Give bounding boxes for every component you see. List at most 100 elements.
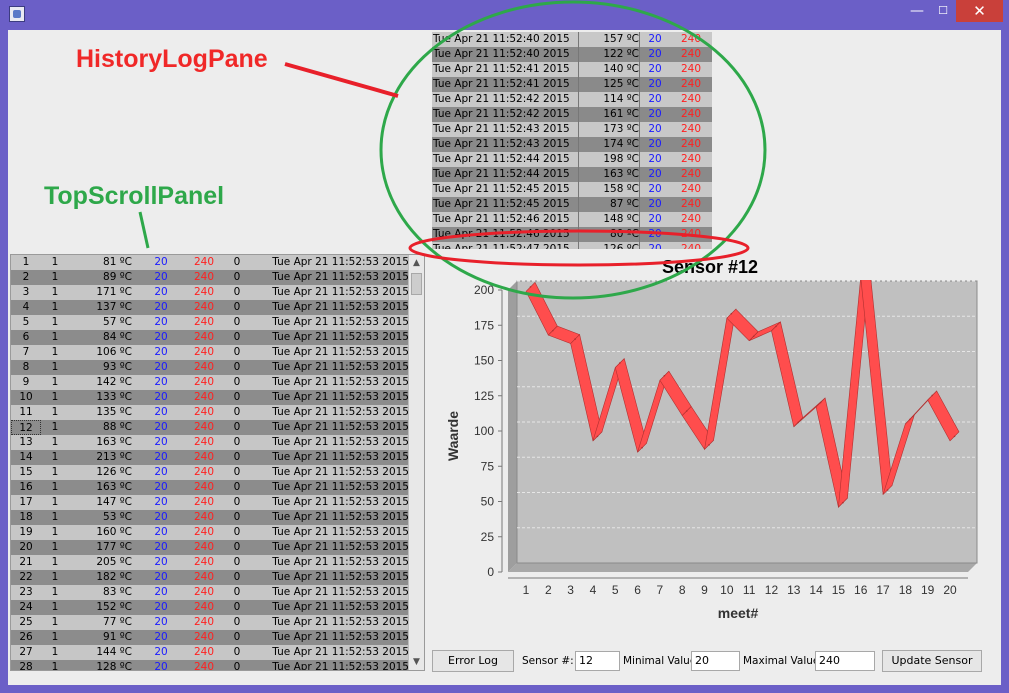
error-cell[interactable]: 0 [222,420,252,435]
min-cell[interactable]: 20 [136,480,186,495]
error-cell[interactable]: 0 [222,390,252,405]
error-cell[interactable]: 0 [222,435,252,450]
row-index-cell[interactable]: 13 [11,435,41,450]
sensor-id-cell[interactable]: 1 [41,360,69,375]
value-cell[interactable]: 147 ºC [69,495,136,510]
date-cell[interactable]: Tue Apr 21 11:52:53 2015 [252,510,409,525]
date-cell[interactable]: Tue Apr 21 11:52:53 2015 [252,405,409,420]
update-sensor-button[interactable]: Update Sensor [882,650,982,672]
sensor-id-cell[interactable]: 1 [41,645,69,660]
error-cell[interactable]: 0 [222,660,252,670]
min-cell[interactable]: 20 [136,375,186,390]
row-index-cell[interactable]: 8 [11,360,41,375]
date-cell[interactable]: Tue Apr 21 11:52:53 2015 [252,435,409,450]
min-cell[interactable]: 20 [136,255,186,270]
table-row[interactable]: 26 1 91 ºC 20 240 0 Tue Apr 21 11:52:53 2015 [11,630,409,645]
value-cell[interactable]: 171 ºC [69,285,136,300]
error-cell[interactable]: 0 [222,300,252,315]
error-cell[interactable]: 0 [222,345,252,360]
sensor-id-cell[interactable]: 1 [41,615,69,630]
max-cell[interactable]: 240 [186,525,222,540]
max-cell[interactable]: 240 [186,255,222,270]
date-cell[interactable]: Tue Apr 21 11:52:53 2015 [252,660,409,670]
table-row[interactable]: 14 1 213 ºC 20 240 0 Tue Apr 21 11:52:53 2015 [11,450,409,465]
error-cell[interactable]: 0 [222,330,252,345]
min-cell[interactable]: 20 [136,495,186,510]
table-row[interactable]: 3 1 171 ºC 20 240 0 Tue Apr 21 11:52:53 2015 [11,285,409,300]
min-cell[interactable]: 20 [136,525,186,540]
table-row[interactable]: 2 1 89 ºC 20 240 0 Tue Apr 21 11:52:53 2015 [11,270,409,285]
sensor-id-cell[interactable]: 1 [41,570,69,585]
max-cell[interactable]: 240 [186,570,222,585]
value-cell[interactable]: 91 ºC [69,630,136,645]
sensor-id-cell[interactable]: 1 [41,585,69,600]
value-cell[interactable]: 83 ºC [69,585,136,600]
max-cell[interactable]: 240 [186,420,222,435]
table-row[interactable]: 24 1 152 ºC 20 240 0 Tue Apr 21 11:52:53 2015 [11,600,409,615]
value-cell[interactable]: 142 ºC [69,375,136,390]
sensor-id-cell[interactable]: 1 [41,255,69,270]
date-cell[interactable]: Tue Apr 21 11:52:53 2015 [252,375,409,390]
error-cell[interactable]: 0 [222,585,252,600]
date-cell[interactable]: Tue Apr 21 11:52:53 2015 [252,420,409,435]
error-cell[interactable]: 0 [222,375,252,390]
date-cell[interactable]: Tue Apr 21 11:52:53 2015 [252,360,409,375]
sensor-id-cell[interactable]: 1 [41,540,69,555]
scroll-up-arrow-icon[interactable]: ▲ [409,255,424,271]
max-cell[interactable]: 240 [186,435,222,450]
max-cell[interactable]: 240 [186,345,222,360]
table-row[interactable]: 23 1 83 ºC 20 240 0 Tue Apr 21 11:52:53 2015 [11,585,409,600]
max-cell[interactable]: 240 [186,600,222,615]
row-index-cell[interactable]: 14 [11,450,41,465]
table-row[interactable]: 9 1 142 ºC 20 240 0 Tue Apr 21 11:52:53 2015 [11,375,409,390]
sensor-id-cell[interactable]: 1 [41,525,69,540]
table-row[interactable]: 8 1 93 ºC 20 240 0 Tue Apr 21 11:52:53 2015 [11,360,409,375]
min-cell[interactable]: 20 [136,390,186,405]
value-cell[interactable]: 182 ºC [69,570,136,585]
value-cell[interactable]: 163 ºC [69,480,136,495]
min-cell[interactable]: 20 [136,285,186,300]
value-cell[interactable]: 89 ºC [69,270,136,285]
max-cell[interactable]: 240 [186,405,222,420]
minimal-value-field[interactable]: 20 [691,651,740,671]
value-cell[interactable]: 106 ºC [69,345,136,360]
max-cell[interactable]: 240 [186,540,222,555]
date-cell[interactable]: Tue Apr 21 11:52:53 2015 [252,480,409,495]
max-cell[interactable]: 240 [186,465,222,480]
date-cell[interactable]: Tue Apr 21 11:52:53 2015 [252,525,409,540]
date-cell[interactable]: Tue Apr 21 11:52:53 2015 [252,555,409,570]
min-cell[interactable]: 20 [136,660,186,670]
row-index-cell[interactable]: 24 [11,600,41,615]
table-row[interactable]: 22 1 182 ºC 20 240 0 Tue Apr 21 11:52:53 2015 [11,570,409,585]
min-cell[interactable]: 20 [136,420,186,435]
error-cell[interactable]: 0 [222,630,252,645]
max-cell[interactable]: 240 [186,270,222,285]
scroll-down-arrow-icon[interactable]: ▼ [409,654,424,670]
sensor-id-cell[interactable]: 1 [41,315,69,330]
min-cell[interactable]: 20 [136,645,186,660]
row-index-cell[interactable]: 2 [11,270,41,285]
date-cell[interactable]: Tue Apr 21 11:52:53 2015 [252,495,409,510]
min-cell[interactable]: 20 [136,510,186,525]
sensor-id-cell[interactable]: 1 [41,270,69,285]
max-cell[interactable]: 240 [186,630,222,645]
sensor-id-cell[interactable]: 1 [41,495,69,510]
max-cell[interactable]: 240 [186,480,222,495]
date-cell[interactable]: Tue Apr 21 11:52:53 2015 [252,540,409,555]
date-cell[interactable]: Tue Apr 21 11:52:53 2015 [252,315,409,330]
error-cell[interactable]: 0 [222,600,252,615]
min-cell[interactable]: 20 [136,330,186,345]
max-cell[interactable]: 240 [186,375,222,390]
error-cell[interactable]: 0 [222,525,252,540]
date-cell[interactable]: Tue Apr 21 11:52:53 2015 [252,615,409,630]
date-cell[interactable]: Tue Apr 21 11:52:53 2015 [252,450,409,465]
value-cell[interactable]: 84 ºC [69,330,136,345]
date-cell[interactable]: Tue Apr 21 11:52:53 2015 [252,255,409,270]
error-cell[interactable]: 0 [222,495,252,510]
sensor-id-cell[interactable]: 1 [41,600,69,615]
date-cell[interactable]: Tue Apr 21 11:52:53 2015 [252,585,409,600]
error-cell[interactable]: 0 [222,450,252,465]
row-index-cell[interactable]: 12 [11,420,41,435]
row-index-cell[interactable]: 5 [11,315,41,330]
min-cell[interactable]: 20 [136,435,186,450]
